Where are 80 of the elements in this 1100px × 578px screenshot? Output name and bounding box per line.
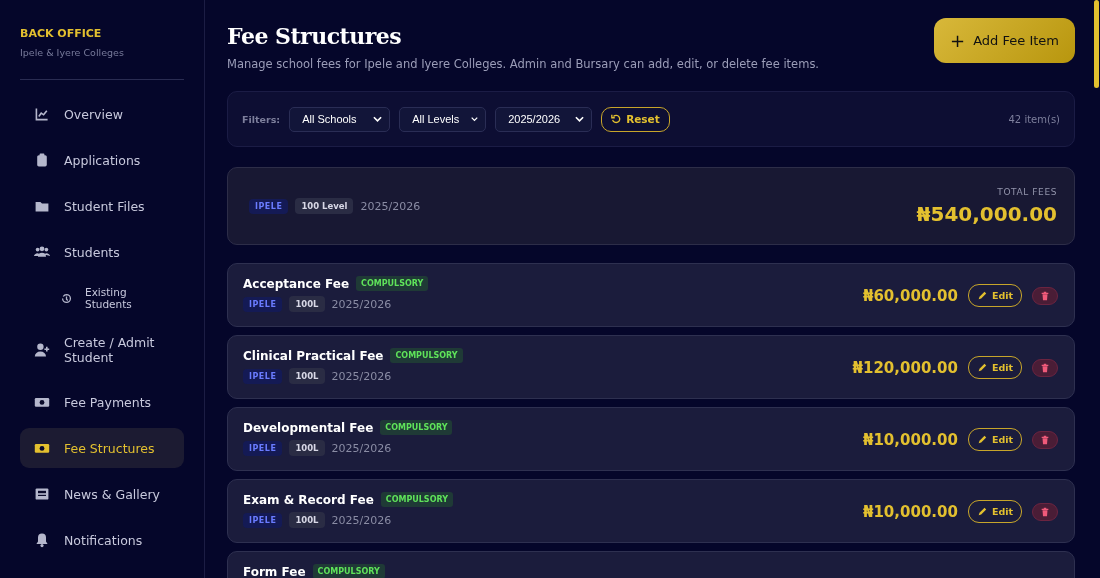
pencil-icon (976, 434, 987, 445)
chevron-down-icon (373, 116, 383, 122)
session-text: 2025/2026 (331, 297, 392, 311)
page-title: Fee Structures (227, 23, 403, 49)
chevron-down-icon (575, 116, 585, 122)
delete-button[interactable] (1032, 430, 1058, 449)
fee-name: Clinical Practical Fee (243, 348, 384, 363)
trash-icon (1040, 434, 1050, 445)
trash-icon (1040, 290, 1050, 301)
filter-select[interactable]: 2025/2026 (495, 106, 593, 132)
newspaper-icon (34, 486, 50, 502)
school-tag: IPELE (243, 512, 283, 528)
nav-item[interactable]: Overview (20, 94, 184, 134)
edit-button[interactable]: Edit (967, 428, 1022, 451)
session-text: 2025/2026 (331, 369, 392, 383)
fee-amount: ₦60,000.00 (863, 286, 958, 305)
trash-icon (1040, 506, 1050, 517)
fee-amount: ₦120,000.00 (852, 358, 958, 377)
nav-item[interactable]: Fee Structures (20, 428, 184, 468)
nav-item[interactable]: Notifications (20, 520, 184, 560)
edit-button[interactable]: Edit (967, 356, 1022, 379)
bell-icon (34, 532, 50, 548)
brand-title: BACK OFFICE (20, 27, 103, 40)
total-amount: ₦540,000.00 (916, 201, 1057, 226)
undo-icon (611, 114, 622, 124)
school-tag: IPELE (243, 368, 283, 384)
nav-subitem[interactable]: Existing Students (20, 278, 184, 318)
reset-button[interactable]: Reset (601, 106, 670, 132)
add-user-icon (34, 342, 50, 358)
brand-subtitle: Ipele & Iyere Colleges (20, 47, 125, 58)
total-label: TOTAL FEES (997, 186, 1057, 197)
session-text: 2025/2026 (331, 441, 392, 455)
edit-button[interactable]: Edit (967, 284, 1022, 307)
school-tag: IPELE (243, 296, 283, 312)
filter-select[interactable]: All Levels (399, 106, 487, 132)
delete-button[interactable] (1032, 502, 1058, 521)
delete-button[interactable] (1032, 358, 1058, 377)
school-tag: IPELE (243, 440, 283, 456)
pencil-icon (976, 362, 987, 373)
page-description: Manage school fees for Ipele and Iyere Colleges. Admin and Bursary can add, edit, or delete fee items. (227, 57, 820, 71)
compulsory-tag: COMPULSORY (380, 492, 453, 507)
clipboard-icon (34, 152, 50, 168)
scrollbar-thumb[interactable] (1094, 0, 1099, 88)
compulsory-tag: COMPULSORY (380, 420, 453, 435)
fee-name: Exam & Record Fee (243, 492, 374, 507)
level-tag: 100L (289, 368, 325, 384)
edit-button[interactable]: Edit (967, 500, 1022, 523)
pencil-icon (976, 506, 987, 517)
nav-item[interactable]: News & Gallery (20, 474, 184, 514)
filters-label: Filters: (242, 113, 281, 125)
school-tag: IPELE (249, 198, 289, 214)
add-fee-button[interactable]: + Add Fee Item (934, 18, 1075, 63)
fee-name: Form Fee (243, 564, 306, 578)
session-text: 2025/2026 (331, 513, 392, 527)
users-icon (34, 244, 50, 260)
pencil-icon (976, 290, 987, 301)
filter-select[interactable]: All Schools (289, 106, 391, 132)
nav-item[interactable]: Student Files (20, 186, 184, 226)
nav-item[interactable]: Fee Payments (20, 382, 184, 422)
fee-name: Developmental Fee (243, 420, 374, 435)
nav-item[interactable]: Applications (20, 140, 184, 180)
fee-name: Acceptance Fee (243, 276, 350, 291)
fee-amount: ₦10,000.00 (863, 502, 958, 521)
compulsory-tag: COMPULSORY (390, 348, 463, 363)
session-text: 2025/2026 (360, 199, 421, 213)
nav-item[interactable]: Create / Admit Student (20, 324, 184, 376)
item-count: 42 item(s) (1008, 113, 1060, 125)
compulsory-tag: COMPULSORY (312, 564, 385, 578)
history-icon (60, 291, 73, 305)
trash-icon (1040, 362, 1050, 373)
compulsory-tag: COMPULSORY (356, 276, 429, 291)
chart-icon (34, 106, 50, 122)
level-tag: 100L (289, 440, 325, 456)
delete-button[interactable] (1032, 286, 1058, 305)
nav-item[interactable]: Students (20, 232, 184, 272)
level-tag: 100 Level (295, 198, 354, 214)
chevron-down-icon (471, 116, 479, 122)
level-tag: 100L (289, 512, 325, 528)
level-tag: 100L (289, 296, 325, 312)
fee-amount: ₦10,000.00 (863, 430, 958, 449)
